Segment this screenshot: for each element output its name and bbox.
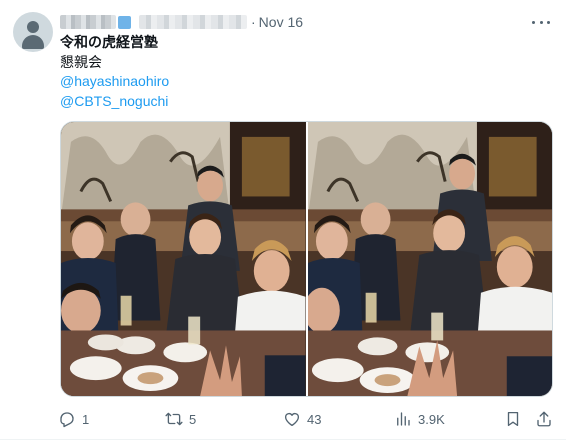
reply-button[interactable]: 1 [58, 408, 89, 430]
default-avatar-icon[interactable] [13, 12, 53, 52]
repost-icon [165, 412, 183, 426]
bookmark-button[interactable] [504, 408, 522, 430]
share-icon [537, 411, 551, 427]
tweet-card[interactable]: · Nov 16 令和の虎経営塾 懇親会 @hayashinaohiro @CB… [0, 0, 566, 440]
mention-link-hayashinaohiro[interactable]: @hayashinaohiro [60, 72, 169, 92]
views-count: 3.9K [418, 411, 445, 427]
blurred-display-name[interactable] [60, 15, 116, 29]
more-options-icon[interactable] [532, 13, 550, 31]
share-button[interactable] [535, 408, 553, 430]
repost-count: 5 [189, 411, 197, 427]
repost-button[interactable]: 5 [165, 408, 196, 430]
group-photo-2[interactable] [307, 122, 552, 396]
tweet-header: · Nov 16 [60, 13, 303, 31]
header-separator: · [251, 14, 256, 30]
tweet-title: 令和の虎経営塾 [60, 34, 158, 50]
reply-count: 1 [82, 411, 90, 427]
views-button[interactable]: 3.9K [394, 408, 445, 430]
reply-icon [60, 412, 74, 428]
heart-icon [284, 412, 300, 427]
tweet-line: 懇親会 [60, 53, 102, 70]
group-photo-1[interactable] [61, 122, 306, 396]
views-chart-icon [397, 412, 410, 426]
media-grid [60, 121, 553, 397]
tweet-actions: 1 5 43 3.9K [58, 408, 553, 430]
mention-link-cbts-noguchi[interactable]: @CBTS_noguchi [60, 92, 169, 112]
tweet-text: 令和の虎経営塾 懇親会 @hayashinaohiro @CBTS_noguch… [60, 33, 169, 111]
like-count: 43 [307, 411, 322, 427]
bookmark-icon [507, 411, 519, 427]
like-button[interactable]: 43 [283, 408, 321, 430]
blurred-username[interactable] [139, 15, 247, 29]
post-date[interactable]: Nov 16 [259, 14, 303, 30]
blurred-badge-icon [118, 15, 131, 29]
